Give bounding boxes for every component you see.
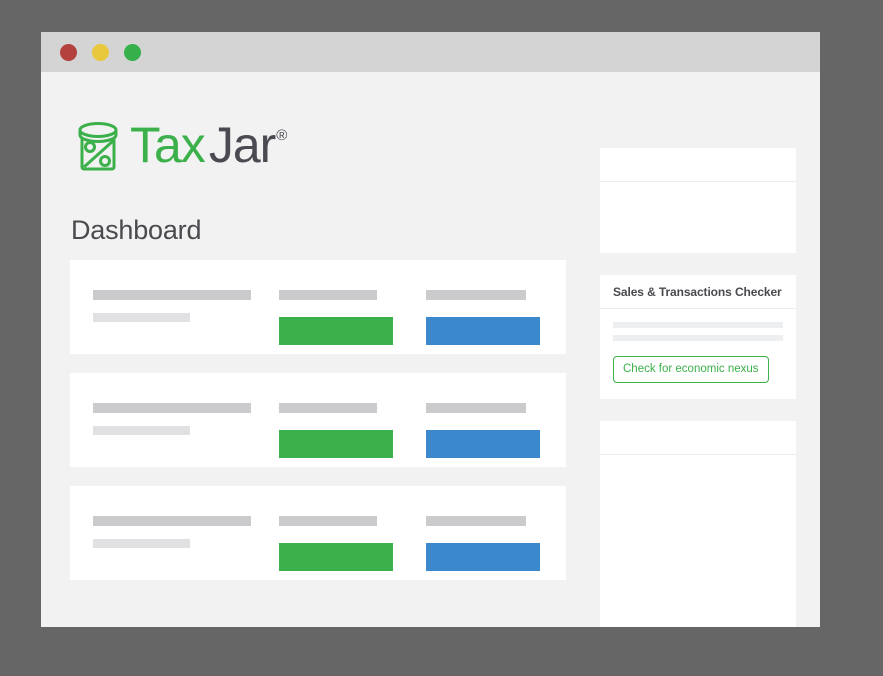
sidebar-widget-header [600,421,796,455]
card-title-placeholder [93,516,251,526]
tax-jar-percent-icon [78,122,118,171]
card-info-column [93,403,251,435]
card-subtitle-placeholder [93,426,190,435]
dashboard-card[interactable] [70,373,566,467]
card-primary-button[interactable] [279,317,393,345]
card-primary-action-column [279,290,393,345]
app-window: Tax Jar ® Dashboard Sales & Transactions… [41,32,820,627]
brand-logo-lockup[interactable]: Tax Jar ® [70,120,287,176]
card-secondary-action-column [426,403,540,458]
card-secondary-button[interactable] [426,317,540,345]
sidebar-widget-body [600,455,796,627]
brand-word-tax: Tax [130,117,206,173]
page-title: Dashboard [71,215,202,246]
sidebar-widget-body [600,182,796,253]
card-title-placeholder [93,403,251,413]
sidebar-widget-body: Check for economic nexus [600,309,796,399]
card-primary-button[interactable] [279,430,393,458]
sidebar-widget-nexus-checker: Sales & Transactions Checker Check for e… [600,275,796,399]
card-secondary-action-column [426,290,540,345]
card-primary-action-column [279,516,393,571]
card-secondary-label-placeholder [426,290,526,300]
card-primary-label-placeholder [279,516,377,526]
window-minimize-button[interactable] [92,43,109,61]
window-maximize-button[interactable] [124,43,141,61]
dashboard-card[interactable] [70,486,566,580]
card-secondary-button[interactable] [426,543,540,571]
brand-trademark-symbol: ® [276,127,288,144]
main-content-column [70,260,566,599]
card-secondary-label-placeholder [426,403,526,413]
text-placeholder-line [613,335,783,341]
sidebar-widget [600,148,796,253]
page-content: Tax Jar ® Dashboard Sales & Transactions… [41,72,820,627]
card-secondary-button[interactable] [426,430,540,458]
card-secondary-action-column [426,516,540,571]
text-placeholder-line [613,322,783,328]
sidebar-widget-header [600,148,796,182]
check-for-economic-nexus-button[interactable]: Check for economic nexus [613,356,769,383]
card-primary-label-placeholder [279,403,377,413]
card-secondary-label-placeholder [426,516,526,526]
dashboard-card[interactable] [70,260,566,354]
card-info-column [93,290,251,322]
sidebar-widget-header: Sales & Transactions Checker [600,275,796,309]
card-subtitle-placeholder [93,313,190,322]
window-titlebar [41,32,820,72]
card-primary-button[interactable] [279,543,393,571]
sidebar-widget [600,421,796,627]
card-primary-label-placeholder [279,290,377,300]
card-subtitle-placeholder [93,539,190,548]
card-info-column [93,516,251,548]
window-close-button[interactable] [60,43,77,61]
card-title-placeholder [93,290,251,300]
sidebar-column: Sales & Transactions Checker Check for e… [600,148,796,627]
sidebar-widget-title: Sales & Transactions Checker [613,284,782,299]
card-primary-action-column [279,403,393,458]
brand-word-jar: Jar [208,117,276,173]
